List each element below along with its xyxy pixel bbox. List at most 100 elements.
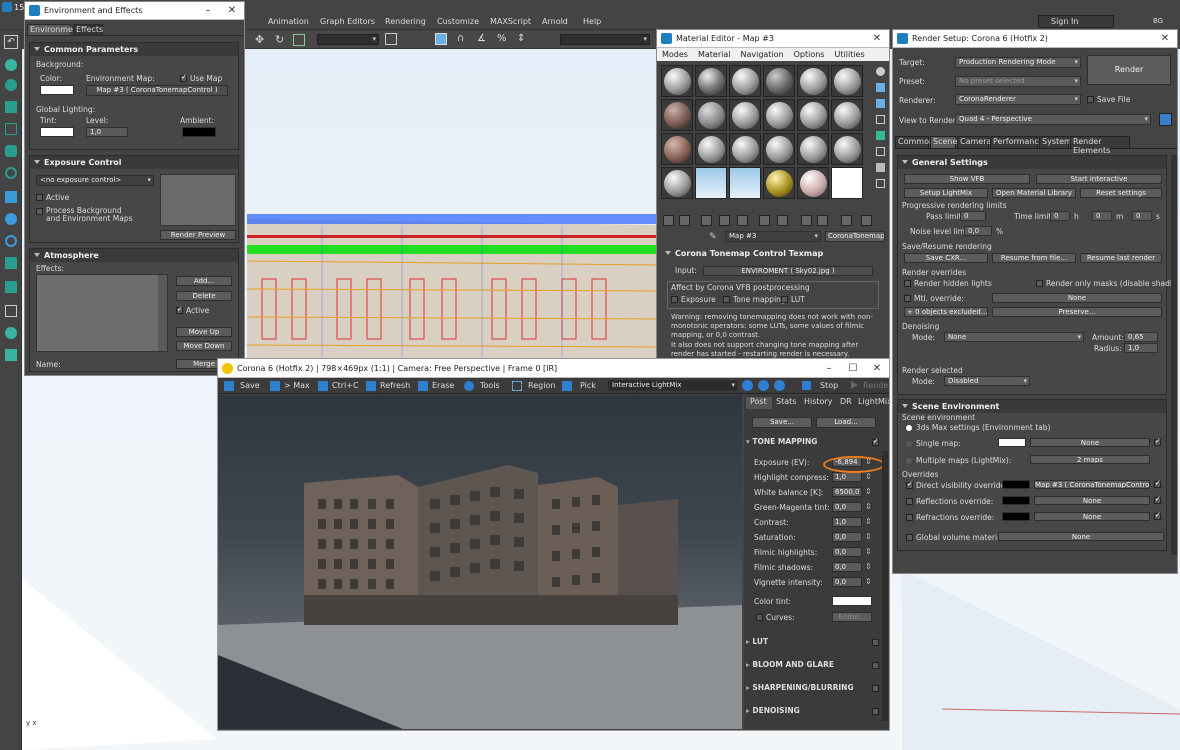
sample-slot[interactable] xyxy=(695,65,727,97)
max-settings-radio[interactable] xyxy=(906,425,912,431)
render-play-icon[interactable] xyxy=(851,381,858,389)
background-color-swatch[interactable] xyxy=(40,85,74,95)
section-bloom-glare[interactable]: ▸ BLOOM AND GLARE xyxy=(746,660,884,672)
reflections-override-button[interactable]: None xyxy=(1034,496,1150,505)
spinner-arrows-icon[interactable]: ⇕ xyxy=(865,502,872,511)
zoom-out-icon[interactable] xyxy=(758,380,769,391)
sample-slot[interactable] xyxy=(797,65,829,97)
create-icon[interactable] xyxy=(5,59,17,71)
vfb-erase-button[interactable]: Erase xyxy=(432,381,454,390)
stop-icon[interactable] xyxy=(802,381,811,390)
atmosphere-active-checkbox[interactable] xyxy=(176,305,183,314)
denoise-mode-dropdown[interactable]: None xyxy=(944,332,1084,342)
sample-slot-sky[interactable] xyxy=(695,167,727,199)
sample-type-icon[interactable] xyxy=(876,67,885,76)
env-minimize-button[interactable]: – xyxy=(196,5,220,16)
video-check-icon[interactable] xyxy=(876,131,885,140)
show-shaded-icon[interactable] xyxy=(801,215,812,226)
background-icon[interactable] xyxy=(876,99,885,108)
spacewarp-icon[interactable] xyxy=(5,145,17,157)
sample-slot[interactable] xyxy=(729,133,761,165)
start-interactive-button[interactable]: Start interactive xyxy=(1036,174,1162,184)
snap-icon[interactable]: ∩ xyxy=(457,33,469,45)
effects-list-scrollbar[interactable] xyxy=(158,275,167,351)
tab-render-elements[interactable]: Render Elements xyxy=(1070,136,1130,155)
backlight-icon[interactable] xyxy=(876,83,885,92)
menu-arnold[interactable]: Arnold xyxy=(542,17,583,26)
sample-slot[interactable] xyxy=(695,99,727,131)
general-settings-header[interactable]: General Settings xyxy=(898,156,1166,169)
sample-slot-active[interactable] xyxy=(797,167,829,199)
vfb-tools-icon[interactable] xyxy=(464,381,474,391)
bloom-glare-checkbox[interactable] xyxy=(872,662,879,669)
sample-slot[interactable] xyxy=(661,133,693,165)
vfb-erase-icon[interactable] xyxy=(418,381,428,391)
refractions-override-color[interactable] xyxy=(1002,512,1030,521)
reflections-map-checkbox[interactable] xyxy=(1154,495,1161,504)
tone-param-spinner[interactable]: 0,0 xyxy=(832,562,862,572)
interactive-lightmix-dropdown[interactable]: Interactive LightMix xyxy=(608,380,738,391)
multiple-maps-button[interactable]: 2 maps xyxy=(1030,455,1150,464)
select-link-icon[interactable] xyxy=(435,33,447,45)
preserve-button[interactable]: Preserve... xyxy=(992,307,1162,317)
vfb-refresh-button[interactable]: Refresh xyxy=(380,381,410,390)
view-to-render-dropdown[interactable]: Quad 4 - Perspective xyxy=(955,114,1151,125)
undo-icon[interactable]: ↶ xyxy=(4,35,18,49)
common-parameters-header[interactable]: Common Parameters xyxy=(30,43,238,56)
move-tool-icon[interactable]: ✥ xyxy=(255,34,267,46)
uv-tiling-icon[interactable] xyxy=(876,115,885,124)
menu-rendering[interactable]: Rendering xyxy=(385,17,437,26)
sample-slot[interactable] xyxy=(797,133,829,165)
put-to-library-icon[interactable] xyxy=(759,215,770,226)
tab-camera[interactable]: Camera xyxy=(957,136,991,149)
zoom-in-icon[interactable] xyxy=(742,380,753,391)
vfb-tab-stats[interactable]: Stats xyxy=(774,397,796,406)
spinner-arrows-icon[interactable]: ⇕ xyxy=(865,532,872,541)
put-to-scene-icon[interactable] xyxy=(679,215,690,226)
rendered-image[interactable] xyxy=(218,395,742,729)
pass-limit-spinner[interactable]: 0 xyxy=(960,211,986,221)
mat-menu-utilities[interactable]: Utilities xyxy=(830,50,870,59)
tab-effects[interactable]: Effects xyxy=(73,24,103,36)
single-map-radio[interactable] xyxy=(906,441,912,447)
vfb-region-button[interactable]: Region xyxy=(528,381,555,390)
direct-visibility-map-checkbox[interactable] xyxy=(1154,479,1161,488)
render-setup-close-button[interactable]: ✕ xyxy=(1153,33,1177,44)
vfb-tools-button[interactable]: Tools xyxy=(480,381,500,390)
material-editor-close-button[interactable]: ✕ xyxy=(865,33,889,44)
tonemap-input-button[interactable]: ENVIROMENT ( Sky02.jpg ) xyxy=(703,266,873,276)
move-up-button[interactable]: Move Up xyxy=(176,327,232,337)
rotate-tool-icon[interactable]: ↻ xyxy=(275,34,287,46)
menu-customize[interactable]: Customize xyxy=(437,17,490,26)
map-name-field[interactable]: Map #3 xyxy=(725,231,821,242)
sample-slot[interactable] xyxy=(695,133,727,165)
resume-last-render-button[interactable]: Resume last render xyxy=(1080,253,1162,263)
tone-param-spinner[interactable]: 1,0 xyxy=(832,472,862,482)
move-down-button[interactable]: Move Down xyxy=(176,341,232,351)
open-material-library-button[interactable]: Open Material Library xyxy=(992,188,1076,198)
scene-explorer-icon[interactable] xyxy=(5,327,17,339)
go-forward-sibling-icon[interactable] xyxy=(861,215,872,226)
spinner-snap-icon[interactable]: ⇕ xyxy=(517,33,529,45)
options-icon[interactable] xyxy=(876,163,885,172)
go-to-parent-icon[interactable] xyxy=(841,215,852,226)
mat-menu-material[interactable]: Material xyxy=(693,50,736,59)
multiple-maps-radio[interactable] xyxy=(906,458,912,464)
tone-mapping-checkbox[interactable] xyxy=(872,437,879,446)
time-seconds-spinner[interactable]: 0 xyxy=(1132,211,1152,221)
affect-exposure-checkbox[interactable] xyxy=(671,296,678,303)
env-close-button[interactable]: ✕ xyxy=(220,5,244,16)
setup-lightmix-button[interactable]: Setup LightMix xyxy=(904,188,988,198)
make-unique-icon[interactable] xyxy=(737,215,748,226)
sample-slot[interactable] xyxy=(831,133,863,165)
process-background-checkbox[interactable] xyxy=(36,208,43,215)
curves-checkbox[interactable] xyxy=(756,614,763,621)
spinner-arrows-icon[interactable]: ⇕ xyxy=(865,577,872,586)
env-title-bar[interactable]: Environment and Effects – ✕ xyxy=(25,2,244,20)
menu-animation[interactable]: Animation xyxy=(268,17,320,26)
pivot-icon[interactable] xyxy=(385,33,397,45)
sample-slot[interactable] xyxy=(831,65,863,97)
vfb-copy-icon[interactable] xyxy=(318,381,328,391)
render-setup-title-bar[interactable]: Render Setup: Corona 6 (Hotfix 2) ✕ xyxy=(893,30,1177,48)
objects-excluded-button[interactable]: + 0 objects excluded... xyxy=(904,307,988,317)
